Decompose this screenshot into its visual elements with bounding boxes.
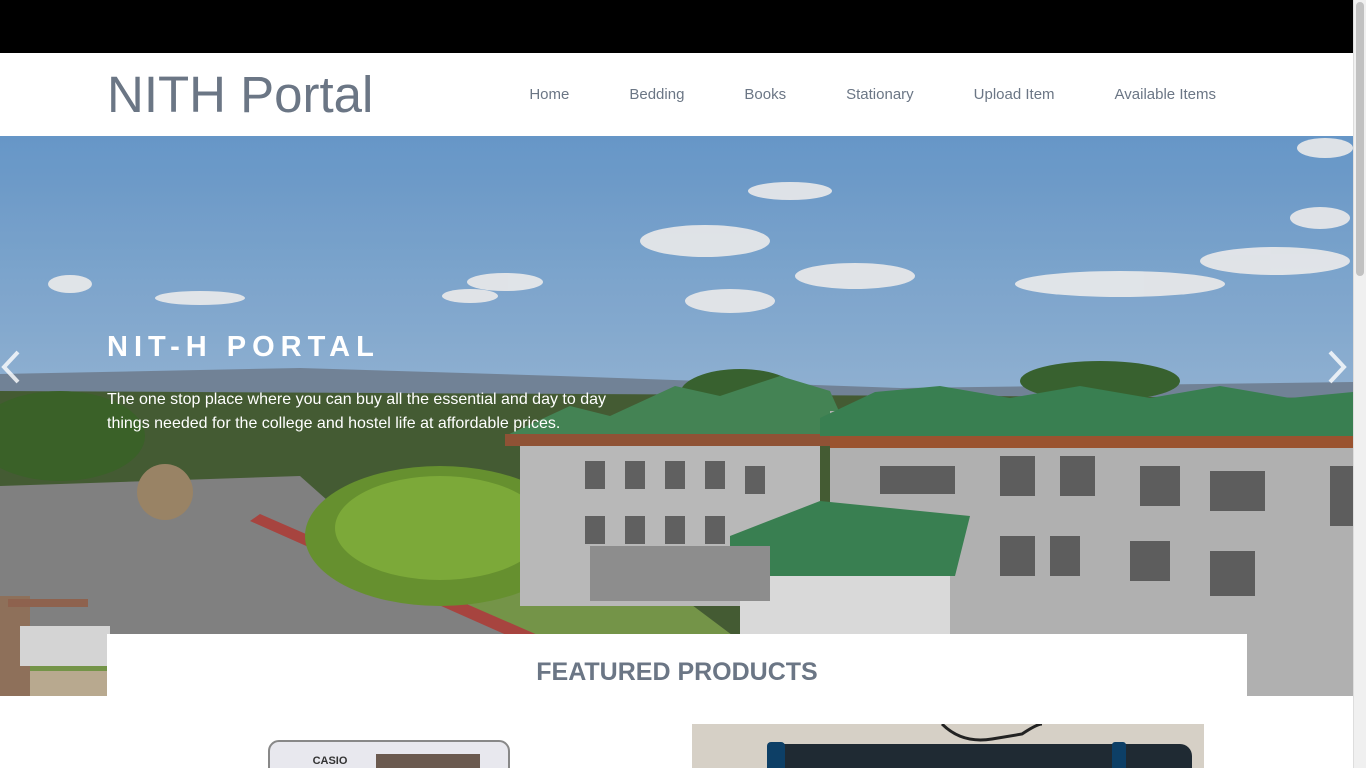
nav-home[interactable]: Home: [529, 86, 569, 103]
featured-products-header: FEATURED PRODUCTS: [107, 634, 1247, 696]
chevron-right-icon: [1328, 350, 1347, 384]
hero-description: The one stop place where you can buy all…: [107, 391, 606, 432]
nav-upload-item[interactable]: Upload Item: [974, 86, 1055, 103]
calculator-brand: CASIO: [313, 755, 348, 767]
site-header: NITH Portal Home Bedding Books Stationar…: [0, 53, 1353, 136]
main-nav: Home Bedding Books Stationary Upload Ite…: [529, 53, 1216, 136]
hero-carousel: NIT-H PORTAL The one stop place where yo…: [0, 136, 1353, 696]
hero-title: NIT-H PORTAL: [107, 331, 380, 363]
product-card-drawing-tube[interactable]: [692, 724, 1204, 768]
scrollbar-thumb[interactable]: [1356, 2, 1364, 276]
chevron-left-icon: [1, 350, 20, 384]
product-card-calculator[interactable]: CASIO: [268, 740, 510, 768]
featured-products-title: FEATURED PRODUCTS: [536, 658, 818, 686]
calculator-image: CASIO: [268, 740, 510, 768]
drawing-tube-image: [692, 724, 1204, 768]
page-scrollbar[interactable]: [1353, 0, 1366, 768]
nav-available-items[interactable]: Available Items: [1115, 86, 1216, 103]
nav-books[interactable]: Books: [744, 86, 786, 103]
nav-stationary[interactable]: Stationary: [846, 86, 914, 103]
top-bar: [0, 0, 1353, 53]
carousel-prev-button[interactable]: [0, 350, 22, 391]
brand-logo[interactable]: NITH Portal: [107, 65, 373, 124]
nav-bedding[interactable]: Bedding: [629, 86, 684, 103]
carousel-next-button[interactable]: [1326, 350, 1348, 391]
